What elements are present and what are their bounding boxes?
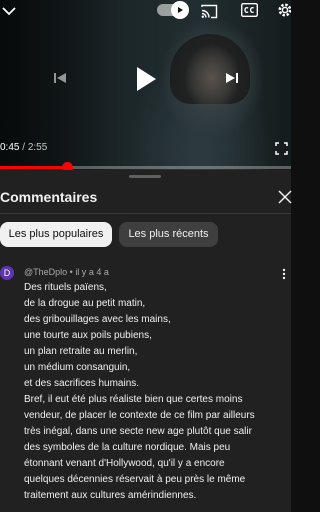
comment-line: Bref, il eut été plus réaliste bien que … <box>24 394 243 405</box>
panel-drag-handle[interactable] <box>129 175 161 178</box>
captions-icon[interactable] <box>241 3 258 17</box>
play-icon[interactable] <box>134 66 158 92</box>
cast-icon[interactable] <box>200 2 218 20</box>
header-divider <box>0 213 291 214</box>
chevron-down-icon[interactable] <box>0 2 18 20</box>
next-icon[interactable] <box>224 70 240 86</box>
progress-scrubber[interactable] <box>61 162 73 170</box>
previous-icon[interactable] <box>52 70 68 86</box>
comment-line: vendeur, de placer le contexte de ce fil… <box>24 410 255 421</box>
comment-line: Des rituels païens, <box>24 282 107 293</box>
filter-chip-recent[interactable]: Les plus récents <box>119 222 218 247</box>
comment-text: Des rituels païens, de la drogue au peti… <box>24 280 286 504</box>
comment-line: un médium consanguin, <box>24 362 131 373</box>
comment-age: il y a 4 a <box>75 267 109 277</box>
video-progress-bar[interactable] <box>0 162 291 170</box>
avatar[interactable]: D <box>0 266 14 280</box>
comment-line: très inégal, dans une secte new age plut… <box>24 426 252 437</box>
play-icon <box>171 1 189 19</box>
close-icon[interactable] <box>278 190 292 204</box>
autoplay-toggle[interactable] <box>157 1 189 19</box>
gear-icon[interactable] <box>276 1 291 19</box>
comment-author[interactable]: @TheDplo <box>24 267 67 277</box>
comment-line: traitement aux cultures amérindiennes. <box>24 490 197 501</box>
comment-line: un plan retraite au merlin, <box>24 346 138 357</box>
comment-line: une tourte aux poils pubiens, <box>24 330 152 341</box>
duration: 2:55 <box>27 142 48 153</box>
comment-line: étonnant venant d'Hollywood, qu'il y a e… <box>24 458 225 469</box>
more-options-icon[interactable] <box>282 267 288 280</box>
comment-meta: @TheDplo • il y a 4 a <box>24 267 109 277</box>
comment-line: des symboles de la culture nordique. Mai… <box>24 442 231 453</box>
comments-title: Commentaires <box>0 189 98 205</box>
autoplay-track <box>157 1 189 19</box>
comment-line: et des sacrifices humains. <box>24 378 140 389</box>
comment-line: de la drogue au petit matin, <box>24 298 146 309</box>
comments-panel: Commentaires Les plus populaires Les plu… <box>0 170 292 512</box>
video-timestamp: 0:45 / 2:55 <box>0 142 47 153</box>
comment-line: quelques décennies réservait à peu près … <box>24 474 246 485</box>
fullscreen-icon[interactable] <box>274 141 288 155</box>
video-player[interactable]: 0:45 / 2:55 <box>0 0 291 170</box>
time-separator: / <box>19 142 28 153</box>
comment-line: des gribouillages avec les mains, <box>24 314 171 325</box>
progress-played <box>0 166 67 169</box>
current-time: 0:45 <box>0 142 20 153</box>
filter-chip-popular[interactable]: Les plus populaires <box>0 222 112 247</box>
